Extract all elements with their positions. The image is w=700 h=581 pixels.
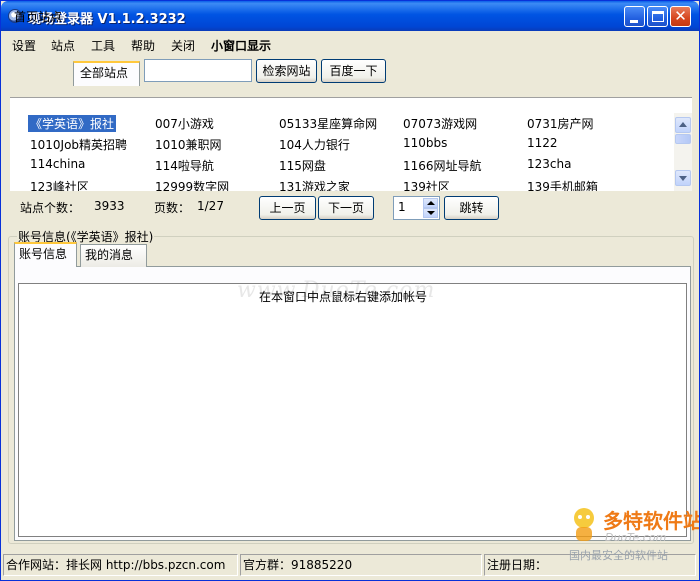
minimize-icon — [630, 20, 638, 23]
site-link[interactable]: 131游戏之家 — [279, 178, 350, 191]
minimize-button[interactable] — [624, 6, 645, 27]
site-link[interactable]: 139社区 — [403, 178, 450, 191]
logo-slogan: 国内最安全的软件站 — [569, 549, 668, 562]
spinner-up-icon[interactable] — [423, 198, 438, 208]
close-button[interactable]: ✕ — [670, 6, 691, 27]
site-row: 1010Job精英招聘 1010兼职网 104人力银行 110bbs 1122 — [10, 134, 670, 155]
page-count-label: 页数： — [154, 201, 191, 215]
jump-button[interactable]: 跳转 — [444, 196, 499, 220]
prev-page-button[interactable]: 上一页 — [259, 196, 316, 220]
site-link[interactable]: 104人力银行 — [279, 136, 350, 153]
site-count-label: 站点个数： — [20, 201, 81, 215]
status-group: 官方群：91885220 — [240, 554, 482, 576]
site-list-scrollbar[interactable] — [674, 113, 692, 191]
menu-settings[interactable]: 设置 — [12, 37, 36, 54]
add-account-hint: 在本窗口中点鼠标右键添加帐号 — [259, 290, 428, 304]
site-list: 《学英语》报社 007小游戏 05133星座算命网 07073游戏网 0731房产网 10… — [10, 97, 692, 191]
site-link[interactable]: 《学英语》报社 — [28, 115, 117, 132]
site-link[interactable]: 114china — [30, 157, 85, 171]
menu-mini-window[interactable]: 小窗口显示 — [211, 37, 271, 54]
site-link[interactable]: 07073游戏网 — [403, 115, 477, 132]
maximize-icon — [652, 11, 664, 22]
site-link[interactable]: 115网盘 — [279, 157, 326, 174]
site-link[interactable]: 05133星座算命网 — [279, 115, 377, 132]
page-number-value[interactable]: 1 — [398, 200, 406, 214]
site-search-input[interactable] — [144, 59, 252, 82]
scroll-up-button[interactable] — [675, 117, 691, 133]
site-link[interactable]: 1122 — [527, 136, 558, 150]
site-count-value: 3933 — [94, 199, 125, 213]
spinner-buttons — [423, 198, 438, 218]
maximize-button[interactable] — [647, 6, 668, 27]
close-icon: ✕ — [674, 7, 687, 25]
site-link[interactable]: 0731房产网 — [527, 115, 594, 132]
arrow-up-icon — [679, 122, 687, 127]
logo-name: 多特软件站 — [603, 509, 700, 533]
site-row: 123峰社区 12999数字网 131游戏之家 139社区 139手机邮箱 — [10, 176, 670, 191]
account-tab-panel: www.DuoTe.com 在本窗口中点鼠标右键添加帐号 — [14, 266, 691, 541]
main-window: 现场登录器 V1.1.2.3232 ✕ 设置 站点 工具 帮助 关闭 小窗口显示… — [0, 0, 700, 581]
search-sites-button[interactable]: 检索网站 — [256, 59, 317, 83]
logo-domain: DuoTe.com — [605, 531, 667, 544]
site-link[interactable]: 139手机邮箱 — [527, 178, 598, 191]
site-link[interactable]: 114啦导航 — [155, 157, 214, 174]
site-row: 114china 114啦导航 115网盘 1166网址导航 123cha — [10, 155, 670, 176]
site-link[interactable]: 12999数字网 — [155, 178, 229, 191]
arrow-down-icon — [679, 176, 687, 181]
site-grid: 《学英语》报社 007小游戏 05133星座算命网 07073游戏网 0731房产网 10… — [10, 113, 670, 191]
menu-help[interactable]: 帮助 — [131, 37, 155, 54]
scroll-thumb[interactable] — [675, 134, 691, 144]
site-link[interactable]: 123峰社区 — [30, 178, 89, 191]
site-link[interactable]: 1010兼职网 — [155, 136, 222, 153]
tab-my-messages[interactable]: 我的消息 — [80, 244, 147, 267]
duote-logo: 多特软件站 DuoTe.com 国内最安全的软件站 — [567, 505, 700, 565]
title-bar[interactable]: 现场登录器 V1.1.2.3232 ✕ — [1, 1, 699, 31]
tab-account-info[interactable]: 账号信息 — [14, 242, 77, 267]
site-link[interactable]: 123cha — [527, 157, 571, 171]
menu-bar: 设置 站点 工具 帮助 关闭 小窗口显示 — [1, 34, 699, 54]
page-count-value: 1/27 — [197, 199, 224, 213]
menu-tools[interactable]: 工具 — [91, 37, 115, 54]
status-partner: 合作网站：排长网 http://bbs.pzcn.com — [3, 554, 238, 576]
page-number-spinner[interactable]: 1 — [393, 196, 440, 220]
baidu-button[interactable]: 百度一下 — [321, 59, 386, 83]
menu-close[interactable]: 关闭 — [171, 37, 195, 54]
tab-all-sites[interactable]: 全部站点 — [73, 61, 140, 86]
mascot-icon — [574, 508, 594, 541]
site-link[interactable]: 007小游戏 — [155, 115, 214, 132]
site-row: 《学英语》报社 007小游戏 05133星座算命网 07073游戏网 0731房产网 — [10, 113, 670, 134]
next-page-button[interactable]: 下一页 — [318, 196, 374, 220]
site-link[interactable]: 1010Job精英招聘 — [30, 136, 127, 153]
site-link[interactable]: 110bbs — [403, 136, 447, 150]
scroll-down-button[interactable] — [675, 170, 691, 186]
account-list-area[interactable]: www.DuoTe.com 在本窗口中点鼠标右键添加帐号 — [18, 278, 687, 537]
site-link[interactable]: 1166网址导航 — [403, 157, 482, 174]
menu-sites[interactable]: 站点 — [51, 37, 75, 54]
spinner-down-icon[interactable] — [423, 208, 438, 218]
tab-home-sites[interactable]: 首页站点 — [8, 5, 73, 30]
